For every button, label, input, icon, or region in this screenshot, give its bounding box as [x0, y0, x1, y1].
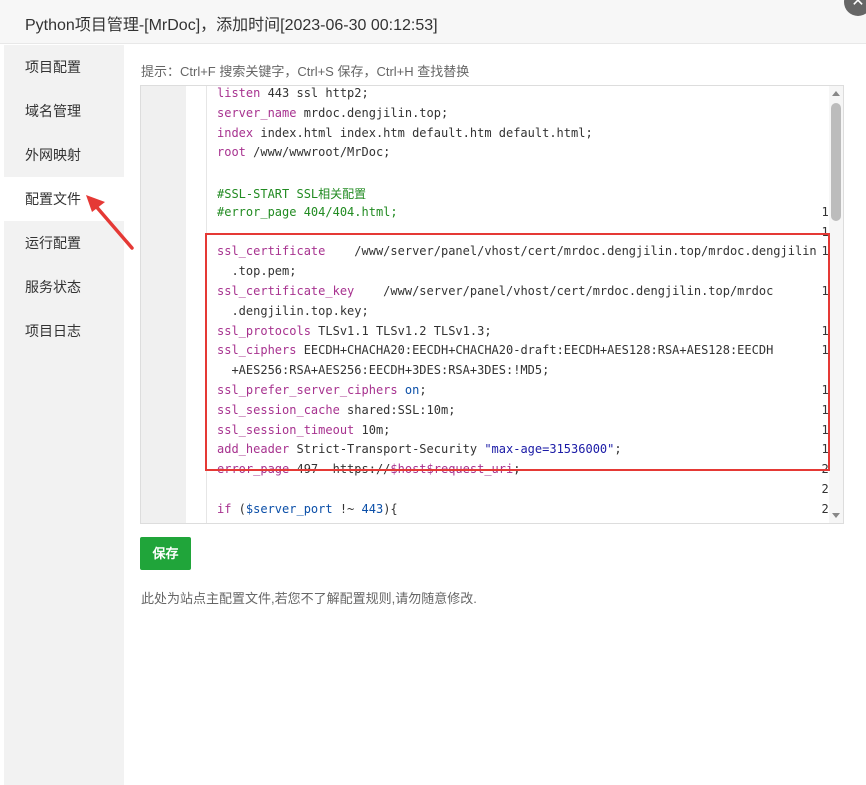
- code-token: error_page: [217, 462, 290, 477]
- code-token: ssl_protocols: [217, 323, 311, 338]
- line-number-gutter: [141, 86, 186, 523]
- code-line: #SSL-START SSL相关配置: [217, 185, 366, 202]
- code-line: if ($server_port !~ 443){: [217, 502, 398, 516]
- code-token: ssl_prefer_server_ciphers: [217, 383, 398, 397]
- code-token: $host$request_uri: [390, 462, 514, 477]
- code-token: add_header: [217, 442, 290, 457]
- indent-guide: [206, 86, 207, 523]
- code-token: #SSL-START SSL相关配置: [217, 187, 367, 201]
- code-token: ){: [383, 501, 398, 516]
- code-token: root: [217, 145, 246, 160]
- code-line: +AES256:RSA+AES256:EECDH+3DES:RSA+3DES:!…: [217, 363, 549, 377]
- code-line: .top.pem;: [217, 264, 296, 278]
- code-line: ssl_certificate_key /www/server/panel/vh…: [217, 284, 773, 298]
- code-token: ssl_session_cache: [217, 402, 340, 417]
- code-token: 10m;: [354, 422, 391, 437]
- code-token: rewrite ^(/.*)$ https://$host$1 permanen…: [217, 522, 549, 523]
- code-token: 497 https://: [289, 462, 391, 477]
- code-token: $server_port: [245, 501, 333, 516]
- title-bar: Python项目管理-[MrDoc]，添加时间[2023-06-30 00:12…: [0, 0, 866, 44]
- code-token: TLSv1.1 TLSv1.2 TLSv1.3;: [310, 323, 492, 338]
- code-token: !~: [332, 501, 362, 516]
- code-token: index: [217, 125, 254, 140]
- code-line: .dengjilin.top.key;: [217, 303, 369, 318]
- code-token: "max-age=31536000": [484, 442, 615, 457]
- save-button[interactable]: 保存: [140, 537, 191, 570]
- code-token: ;: [419, 383, 427, 397]
- code-token: #error_page 404/404.html;: [217, 204, 398, 219]
- window-title: Python项目管理-[MrDoc]，添加时间[2023-06-30 00:12…: [25, 17, 438, 34]
- code-token: .top.pem;: [217, 264, 297, 279]
- code-token: ;: [513, 462, 521, 477]
- code-line: ssl_ciphers EECDH+CHACHA20:EECDH+CHACHA2…: [217, 343, 773, 357]
- code-line: server_name mrdoc.dengjilin.top;: [217, 106, 448, 120]
- code-token: shared:SSL:10m;: [339, 402, 456, 417]
- code-token: (: [231, 501, 246, 516]
- code-line: ssl_session_cache shared:SSL:10m;: [217, 403, 455, 417]
- code-token: /www/server/panel/vhost/cert/mrdoc.dengj…: [325, 244, 817, 259]
- sidebar-item-project-config[interactable]: 项目配置: [4, 45, 124, 89]
- config-warning-note: 此处为站点主配置文件,若您不了解配置规则,请勿随意修改.: [141, 591, 477, 606]
- code-token: 443 ssl http2;: [260, 86, 369, 100]
- code-token: +AES256:RSA+AES256:EECDH+3DES:RSA+3DES:!…: [217, 363, 550, 378]
- code-token: index.html index.htm default.htm default…: [253, 125, 593, 140]
- code-token: .dengjilin.top.key;: [217, 303, 369, 318]
- shortcut-hint: 提示：Ctrl+F 搜索关键字，Ctrl+S 保存，Ctrl+H 查找替换: [141, 64, 470, 79]
- scroll-down-icon[interactable]: [832, 513, 840, 518]
- code-token: on: [404, 383, 420, 397]
- code-token: EECDH+CHACHA20:EECDH+CHACHA20-draft:EECD…: [296, 343, 774, 358]
- code-line: rewrite ^(/.*)$ https://$host$1 permanen…: [217, 522, 549, 523]
- code-line: ssl_prefer_server_ciphers on;: [217, 383, 427, 397]
- code-line: root /www/wwwroot/MrDoc;: [217, 145, 390, 159]
- code-line: ssl_certificate /www/server/panel/vhost/…: [217, 244, 817, 258]
- code-line: index index.html index.htm default.htm d…: [217, 126, 593, 140]
- sidebar-item-service-status[interactable]: 服务状态: [4, 265, 124, 309]
- red-arrow-annotation: [86, 195, 134, 250]
- code-editor[interactable]: 4listen 443 ssl http2;5server_name mrdoc…: [140, 85, 844, 524]
- code-line: error_page 497 https://$host$request_uri…: [217, 462, 520, 476]
- editor-scrollbar[interactable]: [829, 86, 843, 523]
- scroll-up-icon[interactable]: [832, 91, 840, 96]
- code-token: server_name: [217, 105, 297, 120]
- code-line: listen 443 ssl http2;: [217, 86, 369, 100]
- code-line: add_header Strict-Transport-Security "ma…: [217, 442, 622, 456]
- code-token: 443: [361, 501, 384, 516]
- code-token: ssl_ciphers: [217, 343, 297, 358]
- sidebar-item-project-log[interactable]: 项目日志: [4, 309, 124, 353]
- code-token: /www/wwwroot/MrDoc;: [245, 145, 391, 160]
- code-token: mrdoc.dengjilin.top;: [296, 105, 449, 120]
- code-token: if: [217, 501, 232, 516]
- code-line: ssl_session_timeout 10m;: [217, 423, 390, 437]
- code-token: Strict-Transport-Security: [289, 442, 485, 457]
- code-line: ssl_protocols TLSv1.1 TLSv1.2 TLSv1.3;: [217, 324, 492, 338]
- sidebar: 项目配置 域名管理 外网映射 配置文件 运行配置 服务状态 项目日志: [4, 45, 124, 785]
- code-token: ssl_certificate: [217, 244, 326, 259]
- code-token: ssl_session_timeout: [217, 422, 355, 437]
- code-line: #error_page 404/404.html;: [217, 205, 398, 219]
- code-token: listen: [217, 86, 261, 100]
- code-token: ssl_certificate_key: [217, 284, 355, 298]
- code-token: /www/server/panel/vhost/cert/mrdoc.dengj…: [354, 284, 774, 298]
- code-token: ;: [614, 442, 622, 457]
- sidebar-item-external-mapping[interactable]: 外网映射: [4, 133, 124, 177]
- sidebar-item-domain-management[interactable]: 域名管理: [4, 89, 124, 133]
- scrollbar-thumb[interactable]: [831, 103, 841, 221]
